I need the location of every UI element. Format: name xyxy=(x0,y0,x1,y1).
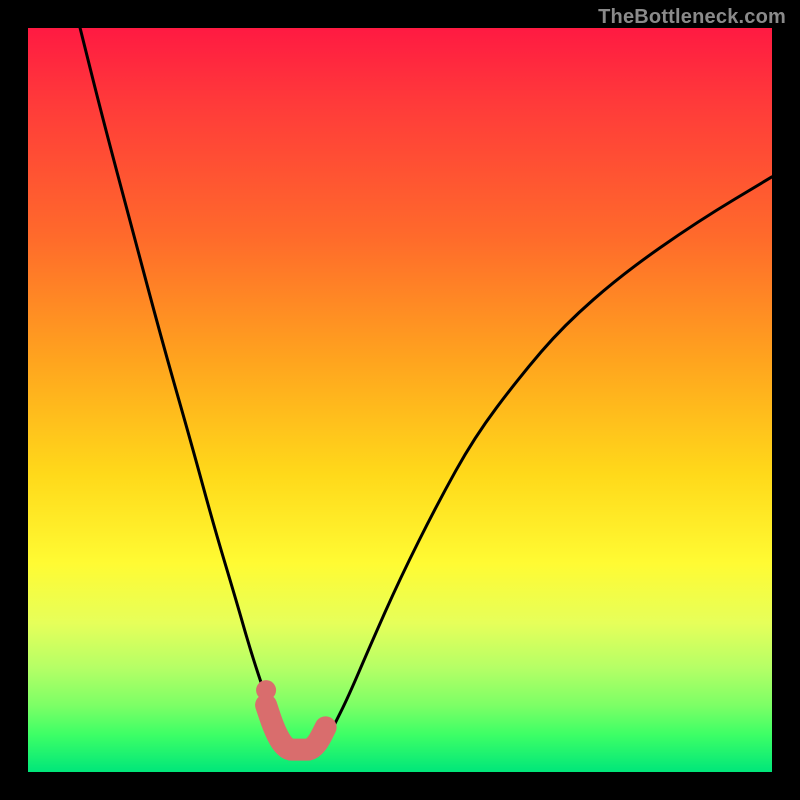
chart-frame: TheBottleneck.com xyxy=(0,0,800,800)
bottleneck-curve xyxy=(80,28,772,757)
watermark-text: TheBottleneck.com xyxy=(598,6,786,29)
curve-layer xyxy=(28,28,772,772)
marker-dot xyxy=(256,680,276,700)
plot-area xyxy=(28,28,772,772)
optimal-region-marker xyxy=(266,705,326,750)
